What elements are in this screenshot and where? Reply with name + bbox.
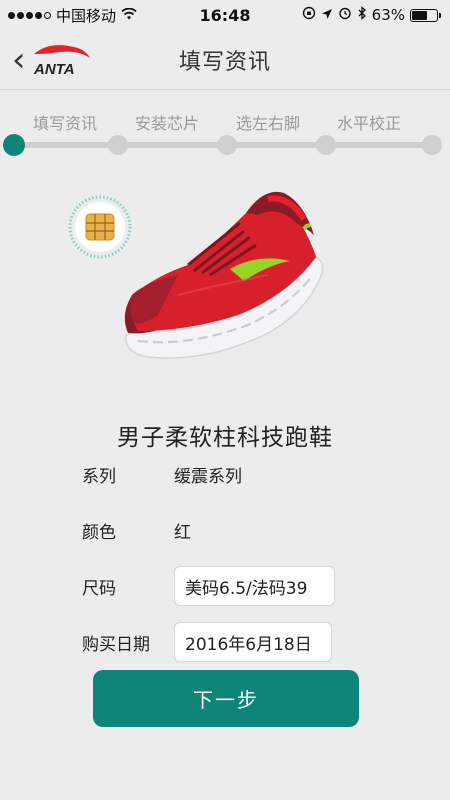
step-dot-4 [316,135,336,155]
anta-logo: ANTA [30,42,92,78]
page-title: 填写资讯 [178,49,271,75]
step-label-1: 填写资讯 [32,114,98,133]
series-label: 系列 [82,466,116,487]
back-button[interactable]: ‹ ANTA [12,40,112,80]
step-dot-5 [422,135,442,155]
step-labels: 填写资讯 安装芯片 选左右脚 水平校正 [0,110,450,134]
anta-logo-mark: ANTA [33,45,90,78]
bluetooth-icon [357,6,367,24]
battery-percent: 63% [371,6,405,24]
chevron-left-icon: ‹ [12,40,26,80]
status-bar: 中国移动 16:48 63% [0,0,450,30]
wifi-icon [121,6,137,24]
next-step-button[interactable]: 下一步 [93,670,359,727]
step-dot-3 [217,135,237,155]
rotation-lock-icon [302,6,316,24]
series-value: 缓震系列 [174,466,242,487]
nav-bar: ‹ ANTA 填写资讯 [0,30,450,90]
step-label-4: 水平校正 [336,114,402,133]
product-image-area [0,165,450,405]
size-field[interactable]: 美码6.5/法码39 [174,566,335,606]
color-label: 颜色 [82,522,116,543]
product-shoe-image [118,165,338,385]
step-label-3: 选左右脚 [235,114,301,133]
step-label-2: 安装芯片 [134,114,200,133]
size-row: 尺码 美码6.5/法码39 [82,564,382,608]
color-value: 红 [174,522,191,543]
signal-strength-icon [8,11,51,19]
alarm-icon [338,6,352,24]
battery-level [412,10,428,20]
size-label: 尺码 [82,578,116,599]
purchase-date-label: 购买日期 [82,634,150,655]
status-right: 63% [302,6,441,24]
step-dot-2 [108,135,128,155]
purchase-date-row: 购买日期 2016年6月18日 [82,620,382,664]
product-name: 男子柔软柱科技跑鞋 [117,425,333,451]
status-left: 中国移动 [8,5,137,26]
anta-logo-text: ANTA [33,61,75,78]
carrier-name: 中国移动 [56,6,117,25]
step-dot-1 [3,134,25,156]
progress-stepper: 填写资讯 安装芯片 选左右脚 水平校正 [0,110,450,160]
series-row: 系列 缓震系列 [82,452,382,496]
color-row: 颜色 红 [82,508,382,552]
battery-icon [410,8,441,22]
purchase-date-field[interactable]: 2016年6月18日 [174,622,332,662]
location-icon [321,6,333,24]
